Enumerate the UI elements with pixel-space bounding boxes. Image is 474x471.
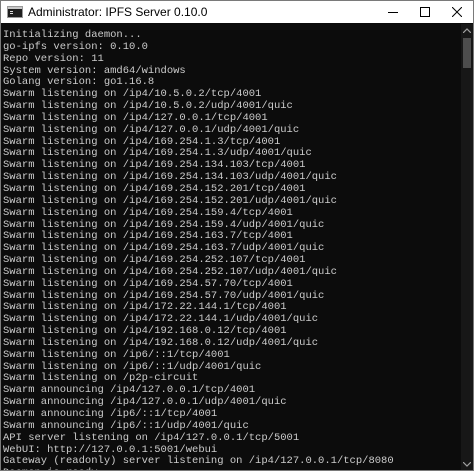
console-line: Swarm listening on /ip4/169.254.152.201/… bbox=[3, 194, 337, 207]
minimize-icon bbox=[388, 12, 398, 13]
console-line: Swarm listening on /ip4/169.254.252.107/… bbox=[3, 265, 337, 278]
close-icon bbox=[452, 7, 462, 17]
vertical-scrollbar[interactable] bbox=[461, 24, 473, 470]
terminal-window: Administrator: IPFS Server 0.10.0 Initia… bbox=[0, 0, 474, 471]
console-line: Repo version: 11 bbox=[3, 52, 104, 65]
console-line: Swarm listening on /ip4/169.254.159.4/tc… bbox=[3, 206, 293, 219]
scroll-down-arrow[interactable] bbox=[461, 458, 473, 470]
console-line: Swarm announcing /ip6/::1/udp/4001/quic bbox=[3, 419, 249, 432]
console-output[interactable]: Initializing daemon... go-ipfs version: 0… bbox=[1, 24, 461, 470]
console-line: API server listening on /ip4/127.0.0.1/t… bbox=[3, 431, 300, 444]
console-line: Swarm listening on /ip6/::1/tcp/4001 bbox=[3, 348, 230, 361]
window-title: Administrator: IPFS Server 0.10.0 bbox=[28, 5, 208, 19]
window-controls bbox=[377, 1, 473, 23]
maximize-button[interactable] bbox=[409, 1, 441, 23]
title-bar[interactable]: Administrator: IPFS Server 0.10.0 bbox=[1, 1, 473, 23]
maximize-icon bbox=[420, 7, 430, 17]
console-line: go-ipfs version: 0.10.0 bbox=[3, 40, 148, 53]
console-line: Swarm listening on /ip4/192.168.0.12/udp… bbox=[3, 336, 319, 349]
chevron-up-icon bbox=[463, 27, 471, 33]
console-line: Swarm listening on /ip4/127.0.0.1/udp/40… bbox=[3, 123, 300, 136]
close-button[interactable] bbox=[441, 1, 473, 23]
scroll-up-arrow[interactable] bbox=[461, 24, 473, 36]
chevron-down-icon bbox=[463, 461, 471, 467]
command-prompt-icon[interactable] bbox=[7, 6, 23, 18]
console-line: Daemon is ready bbox=[3, 467, 461, 470]
console-line: Swarm listening on /ip4/169.254.57.70/tc… bbox=[3, 277, 293, 290]
scrollbar-thumb[interactable] bbox=[463, 38, 471, 68]
console-line: Swarm listening on /ip4/127.0.0.1/tcp/40… bbox=[3, 111, 268, 124]
minimize-button[interactable] bbox=[377, 1, 409, 23]
